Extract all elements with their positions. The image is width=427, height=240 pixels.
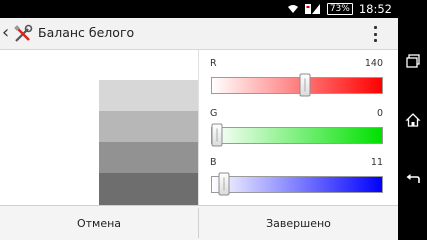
slider-r-thumb[interactable]: [299, 73, 311, 97]
channel-value-b: 11: [370, 157, 383, 168]
done-button[interactable]: Завершено: [199, 206, 398, 240]
channel-label-b: B: [210, 157, 217, 168]
status-bar: 73% 18:52: [0, 0, 398, 18]
navigation-bar: [398, 0, 427, 240]
page-title: Баланс белого: [38, 25, 135, 40]
gray-swatch: [99, 142, 198, 173]
status-time: 18:52: [358, 2, 392, 16]
recent-apps-icon[interactable]: [405, 53, 421, 69]
channel-value-g: 0: [376, 108, 383, 119]
app-bar: ‹ Баланс белого: [0, 18, 398, 50]
home-icon[interactable]: [405, 112, 421, 128]
wifi-icon: [287, 5, 298, 13]
gray-swatch: [99, 111, 198, 142]
bottom-action-bar: Отмена Завершено: [0, 205, 398, 240]
battery-icon: 73%: [326, 3, 353, 15]
cancel-button[interactable]: Отмена: [0, 206, 198, 240]
slider-r[interactable]: [211, 73, 383, 97]
gray-swatch: [99, 80, 198, 111]
overflow-menu-icon[interactable]: [368, 24, 382, 44]
slider-b-thumb[interactable]: [218, 172, 230, 196]
channel-value-r: 140: [364, 58, 383, 69]
status-icons: 73% 18:52: [287, 0, 392, 18]
gray-swatch: [99, 173, 198, 205]
slider-g[interactable]: [211, 123, 383, 147]
tools-icon[interactable]: [13, 24, 33, 44]
back-nav-icon[interactable]: [405, 171, 421, 187]
slider-b[interactable]: [211, 172, 383, 196]
slider-g-thumb[interactable]: [211, 123, 223, 147]
channel-label-r: R: [210, 58, 217, 69]
white-balance-preview: [0, 50, 198, 205]
rgb-panel: R 140 G 0 B 11: [199, 50, 398, 205]
signal-icon: [304, 4, 320, 14]
channel-label-g: G: [210, 108, 218, 119]
